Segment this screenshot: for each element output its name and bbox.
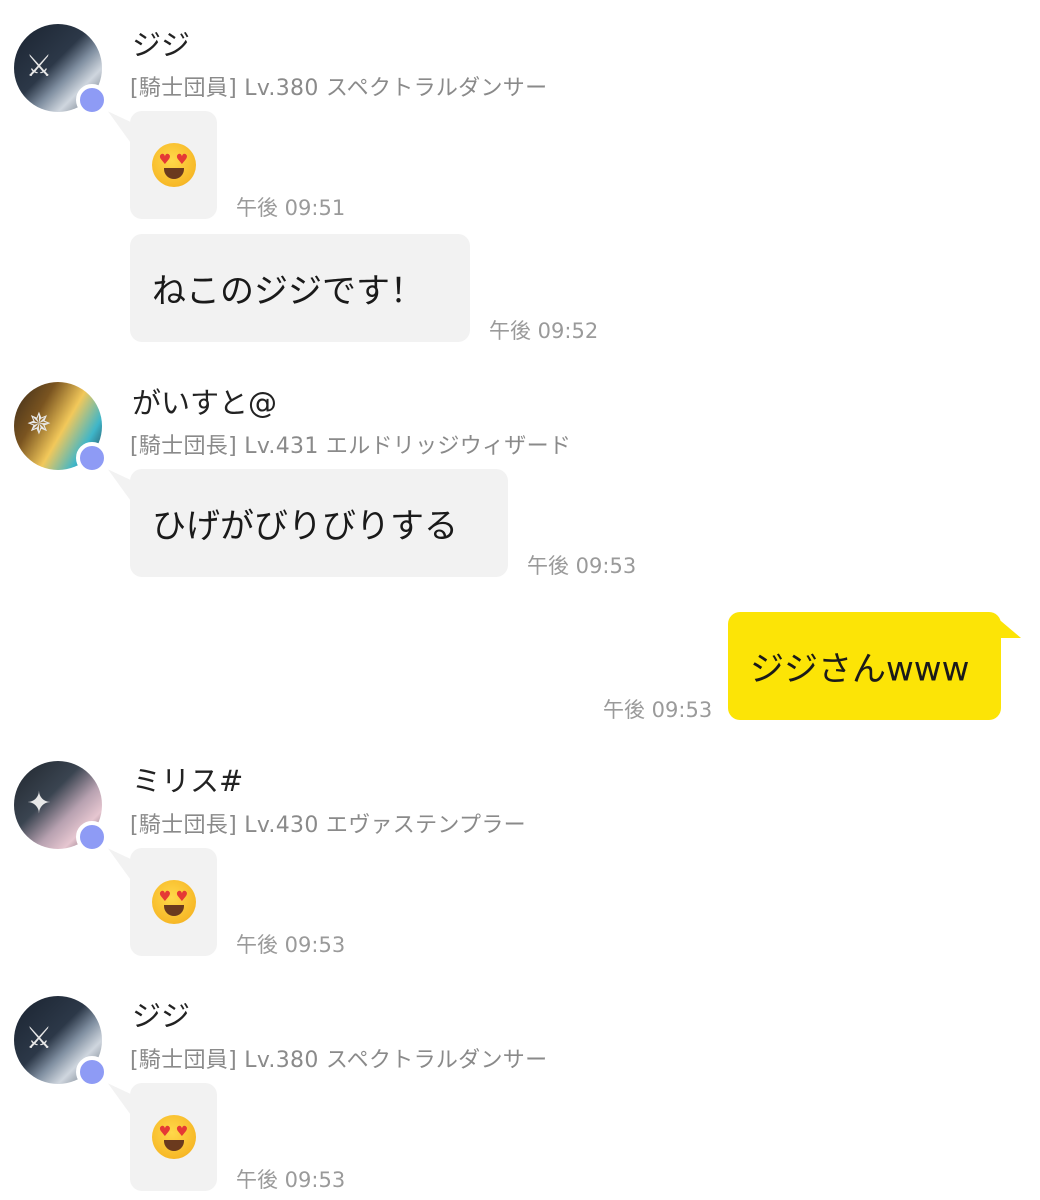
sender-avatar[interactable]: ✦ — [14, 761, 108, 853]
online-status-dot — [76, 442, 108, 474]
message-timestamp: 午後 09:53 — [527, 554, 637, 578]
message-text: ひげがびりびりする — [152, 506, 458, 547]
message-text: ジジさんwww — [750, 649, 970, 690]
online-status-dot — [76, 821, 108, 853]
sender-rank-level: [騎士団員] Lv.380 スペクトラルダンサー — [130, 1048, 548, 1073]
sender-name[interactable]: がいすと@ — [132, 380, 277, 422]
message-bubble-emoji[interactable]: ♥ ♥ — [130, 848, 217, 956]
message-text: ねこのジジです！ — [152, 271, 424, 312]
sender-avatar[interactable]: ⚔ — [14, 996, 108, 1088]
compass-emblem-icon: ✵ — [26, 407, 52, 442]
sender-name[interactable]: ジジ — [132, 22, 190, 64]
heart-eyes-emoji-icon: ♥ ♥ — [151, 1115, 196, 1159]
sender-rank-level: [騎士団長] Lv.431 エルドリッジウィザード — [130, 434, 572, 459]
sender-avatar[interactable]: ⚔ — [14, 24, 108, 116]
heart-eyes-emoji-icon: ♥ ♥ — [151, 880, 196, 924]
message-bubble-text[interactable]: ひげがびりびりする — [130, 469, 508, 577]
sender-rank-level: [騎士団長] Lv.430 エヴァステンプラー — [130, 813, 526, 838]
message-timestamp: 午後 09:53 — [236, 1168, 346, 1192]
sender-avatar[interactable]: ✵ — [14, 382, 108, 474]
message-timestamp: 午後 09:53 — [236, 933, 346, 957]
message-timestamp: 午後 09:52 — [489, 319, 599, 343]
sender-name[interactable]: ミリス# — [132, 758, 243, 800]
my-message-bubble[interactable]: ジジさんwww — [728, 612, 1021, 720]
message-timestamp: 午後 09:51 — [236, 196, 346, 220]
swords-emblem-icon: ⚔ — [25, 49, 53, 84]
message-bubble-emoji[interactable]: ♥ ♥ — [130, 1083, 217, 1191]
message-timestamp: 午後 09:53 — [603, 698, 713, 722]
online-status-dot — [76, 1056, 108, 1088]
message-bubble-emoji[interactable]: ♥ ♥ — [130, 111, 217, 219]
online-status-dot — [76, 84, 108, 116]
message-bubble-text[interactable]: ねこのジジです！ — [130, 234, 470, 342]
star-emblem-icon: ✦ — [26, 786, 52, 821]
sender-rank-level: [騎士団員] Lv.380 スペクトラルダンサー — [130, 76, 548, 101]
sender-name[interactable]: ジジ — [132, 993, 190, 1035]
heart-eyes-emoji-icon: ♥ ♥ — [151, 143, 196, 187]
swords-emblem-icon: ⚔ — [25, 1021, 53, 1056]
